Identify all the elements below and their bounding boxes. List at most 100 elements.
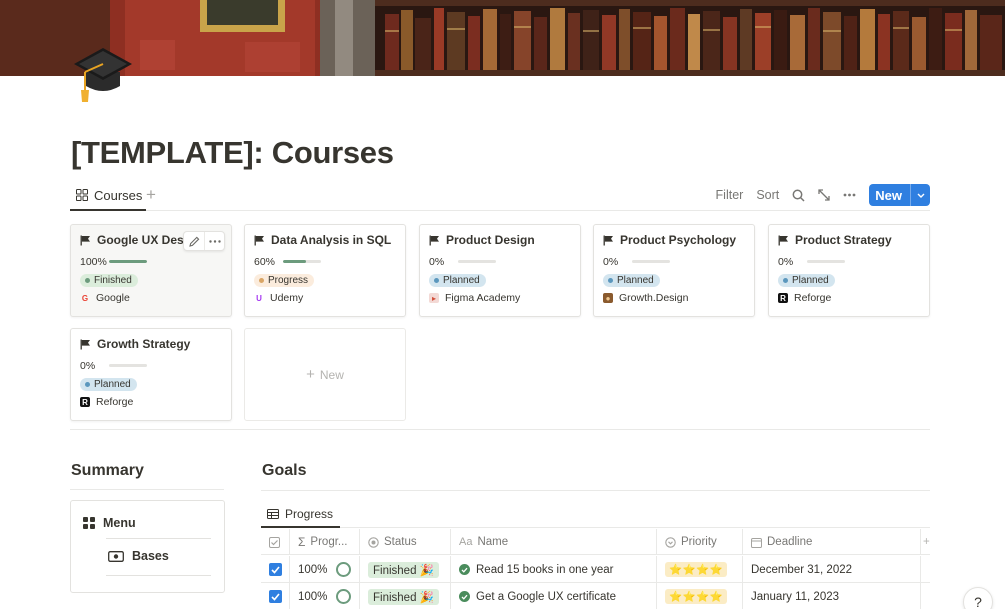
sigma-icon: Σ [298, 535, 306, 549]
status-badge: Planned [429, 274, 486, 287]
plus-icon: + [306, 366, 315, 383]
status-badge-label: Planned [792, 275, 829, 286]
card-title: Product Strategy [795, 233, 892, 247]
flag-icon [254, 235, 265, 246]
deadline-date[interactable]: December 31, 2022 [751, 564, 852, 576]
card-source: R Reforge [778, 292, 831, 304]
card-title: Data Analysis in SQL [271, 233, 392, 247]
progress-bar-fill [283, 260, 306, 263]
check-circle-icon [459, 564, 470, 575]
done-checkbox[interactable] [269, 590, 282, 603]
status-badge: Planned [80, 378, 137, 391]
priority-stars[interactable]: ⭐⭐⭐⭐ [665, 562, 728, 577]
card-source: ▸ Figma Academy [429, 292, 520, 304]
card-source-label: Reforge [794, 292, 832, 304]
deadline-date[interactable]: January 11, 2023 [751, 591, 839, 603]
progress-value: 100% [298, 590, 328, 603]
column-header-label: Priority [681, 536, 717, 548]
card-progress-text: 0% [603, 256, 619, 268]
table-row[interactable]: 100% Finished 🎉 Get a Google UX certific… [261, 583, 930, 609]
section-divider [70, 429, 930, 430]
card-source: R Reforge [80, 396, 133, 408]
reforge-logo-icon: R [80, 397, 90, 407]
progress-bar [632, 260, 670, 263]
card-source-label: Growth.Design [619, 292, 689, 304]
progress-ring-icon [336, 562, 352, 577]
status-badge: Progress [254, 274, 315, 287]
column-header-deadline[interactable]: Deadline [743, 529, 921, 555]
column-header-label: Name [477, 536, 509, 548]
checkbox-column-icon [269, 536, 280, 548]
summary-heading: Summary [71, 462, 144, 479]
progress-bar [458, 260, 496, 263]
goal-name[interactable]: Read 15 books in one year [476, 564, 613, 576]
done-checkbox[interactable] [269, 563, 282, 576]
add-view-icon[interactable]: + [146, 186, 156, 203]
course-card[interactable]: Product Psychology 0% Planned ● Growth.De… [593, 224, 755, 317]
filter-button[interactable]: Filter [716, 188, 744, 202]
summary-item-label: Menu [103, 516, 136, 530]
course-card[interactable]: Product Strategy 0% Planned R Reforge [768, 224, 930, 317]
page-title: [TEMPLATE]: Courses [71, 135, 394, 170]
graduation-cap-icon[interactable] [72, 42, 134, 104]
database-toolbar: Filter Sort New [703, 184, 930, 206]
column-header-done[interactable] [261, 529, 290, 555]
card-source-label: Reforge [96, 396, 134, 408]
tab-courses[interactable]: Courses [70, 181, 147, 211]
card-source: ● Growth.Design [603, 292, 688, 304]
course-card[interactable]: Data Analysis in SQL 60% Progress U Udemy [244, 224, 406, 317]
status-badge: Planned [778, 274, 835, 287]
progress-bar-fill [109, 260, 147, 263]
flag-icon [778, 235, 789, 246]
gallery-grid-icon [76, 189, 88, 201]
new-card-label: New [319, 367, 344, 382]
card-more-icon[interactable] [204, 232, 224, 250]
new-button-label: New [875, 187, 902, 203]
table-row[interactable]: 100% Finished 🎉 Read 15 books in one yea… [261, 556, 930, 583]
calendar-icon [751, 537, 762, 548]
text-type-icon: Aa [459, 536, 473, 548]
search-icon[interactable] [792, 189, 805, 202]
summary-rule [70, 489, 224, 490]
flag-icon [429, 235, 440, 246]
new-card-button[interactable]: + New [244, 328, 406, 421]
goal-name[interactable]: Get a Google UX certificate [476, 591, 616, 603]
help-button[interactable]: ? [963, 587, 993, 609]
goals-rule [261, 490, 930, 491]
tab-progress[interactable]: Progress [261, 501, 341, 528]
expand-icon[interactable] [818, 189, 830, 201]
add-column-icon[interactable]: + [921, 529, 933, 555]
column-header-name[interactable]: Aa Name [451, 529, 657, 555]
progress-value: 100% [298, 563, 328, 576]
card-source-label: Google [96, 292, 130, 304]
goals-tab-bar: Progress [261, 501, 930, 528]
priority-stars[interactable]: ⭐⭐⭐⭐ [665, 589, 728, 604]
summary-item-rule [106, 575, 211, 576]
money-icon [108, 550, 124, 562]
chevron-down-icon[interactable] [910, 184, 930, 206]
summary-item-bases[interactable]: Bases [108, 549, 169, 563]
status-badge-label: Finished [94, 275, 132, 286]
status-tag[interactable]: Finished 🎉 [368, 561, 439, 578]
tab-progress-label: Progress [285, 506, 334, 521]
column-header-label: Deadline [767, 536, 813, 548]
column-header-label: Status [384, 536, 417, 548]
course-card[interactable]: Google UX Design 100% Finished G Google [70, 224, 232, 317]
course-card[interactable]: Growth Strategy 0% Planned R Reforge [70, 328, 232, 421]
summary-item-menu[interactable]: Menu [83, 516, 136, 530]
column-header-priority[interactable]: Priority [657, 529, 743, 555]
column-header-progress[interactable]: Σ Progr... [290, 529, 360, 555]
sort-button[interactable]: Sort [756, 188, 779, 202]
summary-item-label: Bases [132, 549, 169, 563]
figma-academy-logo-icon: ▸ [429, 293, 439, 303]
new-button[interactable]: New [869, 184, 930, 206]
card-progress-text: 60% [254, 256, 276, 268]
status-tag[interactable]: Finished 🎉 [368, 588, 439, 605]
column-header-status[interactable]: Status [360, 529, 451, 555]
summary-box: Menu Bases [70, 500, 225, 593]
more-options-icon[interactable] [843, 193, 856, 197]
card-progress-text: 100% [80, 256, 107, 268]
edit-pencil-icon[interactable] [184, 232, 204, 250]
card-source-label: Udemy [270, 292, 304, 304]
course-card[interactable]: Product Design 0% Planned ▸ Figma Academy [419, 224, 581, 317]
